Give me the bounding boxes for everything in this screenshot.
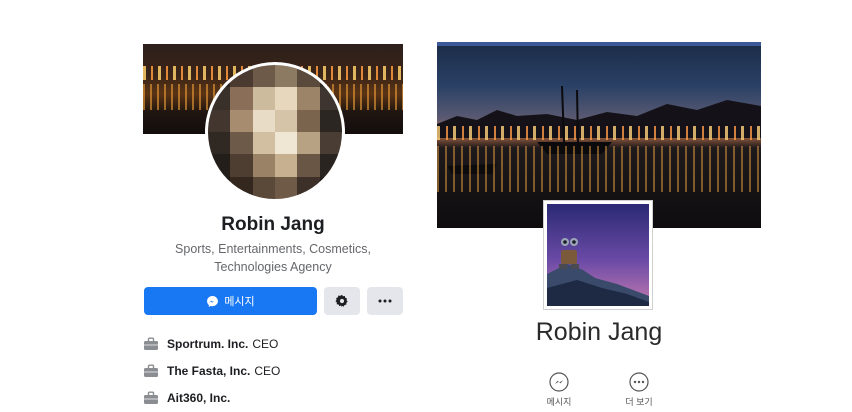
- more-options-button[interactable]: [367, 287, 403, 315]
- profile-name: Robin Jang: [535, 318, 663, 346]
- more-action-label: 더 보기: [625, 397, 653, 407]
- message-button[interactable]: 메시지: [144, 287, 317, 315]
- list-item-work-1: Sportrum. Inc. CEO: [143, 330, 403, 357]
- job-title: CEO: [254, 363, 281, 378]
- robot-figure-image: [547, 204, 649, 306]
- profile-picture-pixelated[interactable]: [205, 62, 345, 202]
- more-icon: [378, 299, 392, 303]
- briefcase-icon: [144, 337, 158, 350]
- left-profile-panel: Robin Jang Sports, Entertainments, Cosme…: [143, 44, 403, 412]
- list-item-work-3: Ait360, Inc.: [143, 384, 403, 411]
- workplace-name[interactable]: The Fasta, Inc.: [167, 364, 250, 378]
- gear-icon: [335, 294, 348, 308]
- page-category: Sports, Entertainments, Cosmetics, Techn…: [175, 242, 371, 274]
- profile-picture[interactable]: [543, 200, 653, 310]
- cover-water-reflection: [437, 146, 761, 192]
- messenger-icon: [207, 295, 219, 307]
- job-title: CEO: [252, 336, 279, 351]
- briefcase-icon: [144, 391, 158, 404]
- profile-name: Robin Jang: [221, 214, 325, 235]
- list-item-work-2: The Fasta, Inc. CEO: [143, 357, 403, 384]
- workplace-name[interactable]: Ait360, Inc.: [167, 391, 230, 405]
- pixelated-face: [208, 65, 342, 199]
- message-action[interactable]: 메시지: [529, 372, 589, 408]
- briefcase-icon: [144, 364, 158, 377]
- profile-actions: 메시지 더 보기: [437, 372, 761, 412]
- more-icon: [629, 372, 649, 392]
- cover-city-lights: [437, 126, 761, 140]
- right-profile-panel: Robin Jang 메시지 더 보기: [437, 42, 761, 412]
- message-action-label: 메시지: [546, 397, 572, 407]
- messenger-icon: [549, 372, 569, 392]
- intro-list: Sportrum. Inc. CEO The Fasta, Inc. CEO A…: [143, 330, 403, 411]
- profile-actions: 메시지: [143, 287, 403, 315]
- settings-button[interactable]: [324, 287, 360, 315]
- more-action[interactable]: 더 보기: [609, 372, 669, 408]
- workplace-name[interactable]: Sportrum. Inc.: [167, 337, 248, 351]
- message-button-label: 메시지: [224, 296, 255, 308]
